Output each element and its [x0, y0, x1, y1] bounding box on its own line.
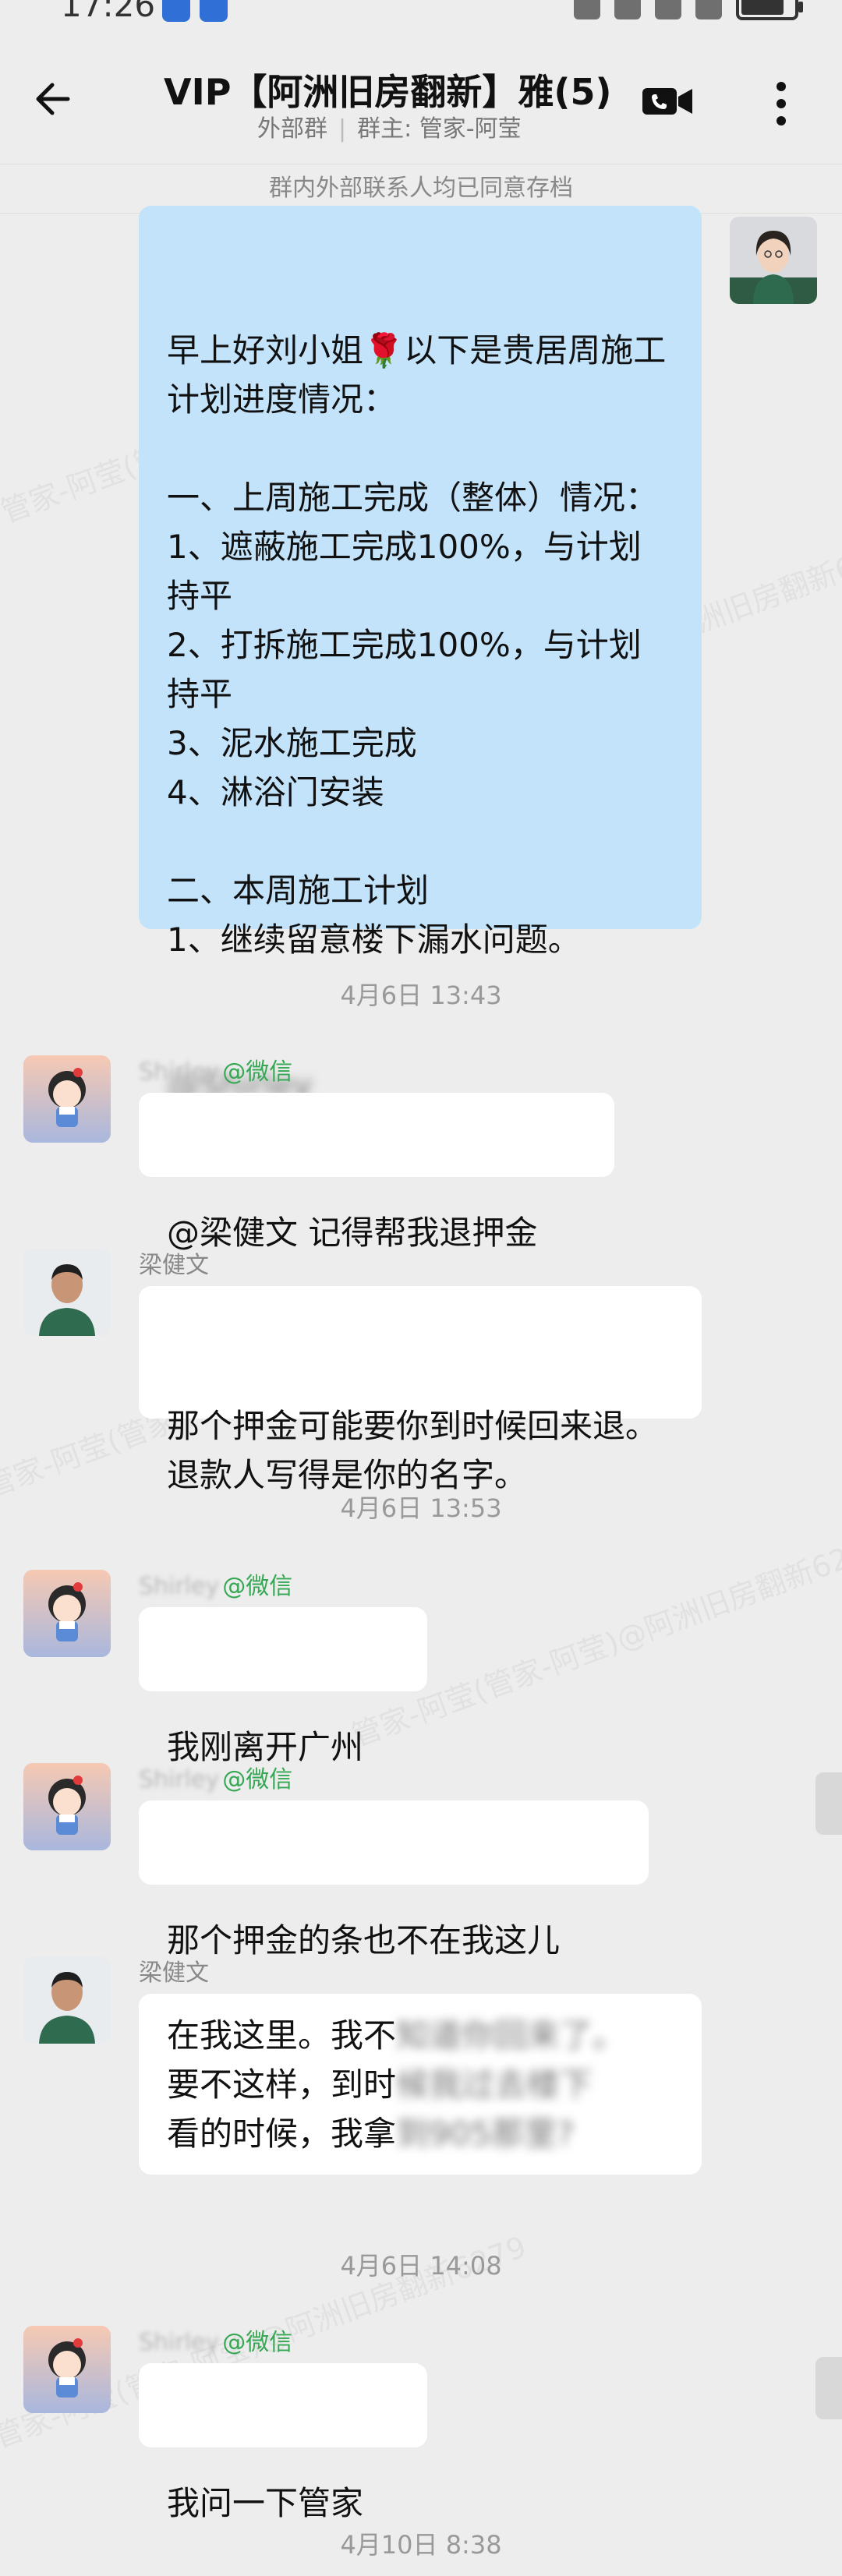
message-text: 在我这里。我不 [167, 2016, 397, 2055]
chat-header: VIP【阿洲旧房翻新】雅(5) 外部群 | 群主: 管家-阿莹 [0, 31, 842, 164]
incoming-message-bubble[interactable]: 那个押金可能要你到时候回来退。退款人写得是你的名字。 [139, 1286, 702, 1494]
message-line: 在我这里。我不知道你回来了。 [167, 2011, 674, 2060]
sender-avatar-liang[interactable] [23, 1956, 111, 2044]
side-quick-tab[interactable] [815, 1772, 842, 1835]
chat-screen: 17:26 VIP【阿洲旧房翻新】雅(5) 外部群 | 群主: 管家-阿莹 群内… [0, 0, 842, 2576]
more-vertical-icon [777, 82, 786, 125]
incoming-message-bubble[interactable]: 我刚离开广州 [139, 1607, 427, 1766]
sender-name: Shirley @微信 [139, 1760, 292, 1794]
bluetooth-icon [574, 0, 600, 19]
sender-avatar-shirley[interactable] [23, 1055, 111, 1143]
sender-avatar-shirley[interactable] [23, 2326, 111, 2413]
incoming-message-bubble[interactable]: 那个押金的条也不在我这儿 [139, 1800, 649, 1959]
group-owner-label: 群主: 管家-阿莹 [357, 115, 522, 143]
sender-name: 梁健文 [139, 1959, 209, 1987]
sender-name-blurred: Shirley [139, 1573, 220, 1600]
vibrate-icon [614, 0, 641, 19]
status-icons [574, 0, 803, 20]
side-quick-tab[interactable] [815, 2357, 842, 2419]
sender-name-blurred: Shirley [139, 1766, 220, 1793]
sender-source-label: @微信 [222, 1766, 293, 1793]
message-text: 那个押金的条也不在我这儿 [167, 1921, 561, 1959]
incoming-message-bubble[interactable]: 我问一下管家 [139, 2363, 427, 2522]
blurred-text: 到905那里? [396, 2115, 575, 2153]
back-button[interactable] [23, 72, 78, 126]
notification-icons [162, 0, 228, 22]
signal-icon [695, 0, 722, 19]
message-text: 我问一下管家 [167, 2484, 364, 2522]
message-timestamp: 4月6日 13:53 [340, 1493, 502, 1523]
app-notification-icon [162, 0, 190, 22]
message-text: 要不这样，到时 [167, 2065, 397, 2104]
more-options-button[interactable] [764, 76, 798, 131]
chat-subtitle: 外部群 | 群主: 管家-阿莹 [257, 115, 522, 143]
sender-name: Shirley @微信 [139, 2323, 292, 2357]
message-text: @梁健文 记得帮我退押金 [167, 1214, 538, 1252]
sender-avatar-shirley[interactable] [23, 1570, 111, 1657]
blurred-text: 知道你回来了。 [396, 2016, 626, 2055]
sender-name: 梁健文 [139, 1252, 209, 1279]
message-line: 要不这样，到时候我过去楼下 [167, 2060, 674, 2109]
message-list[interactable]: 管家-阿莹(管家-阿莹)@阿洲旧房翻新6279 管家-阿莹(管家-阿莹)@阿洲旧… [0, 206, 842, 2576]
sender-avatar-liang[interactable] [23, 1249, 111, 1336]
app-notification-icon [200, 0, 228, 22]
sender-name: Shirley @微信 [139, 1567, 292, 1601]
wifi-icon [655, 0, 681, 19]
message-text: 早上好刘小姐🌹以下是贵居周施工计划进度情况： 一、上周施工完成（整体）情况： 1… [167, 331, 667, 959]
status-bar: 17:26 [0, 0, 842, 31]
video-call-button[interactable] [638, 80, 699, 123]
incoming-message-bubble[interactable]: @梁健文 记得帮我退押金 [139, 1093, 614, 1252]
chat-title: VIP【阿洲旧房翻新】雅(5) [164, 71, 612, 113]
sender-source-label: @微信 [222, 2329, 293, 2356]
sender-source-label: @微信 [222, 1573, 293, 1600]
message-timestamp: 4月6日 13:43 [340, 981, 502, 1010]
message-line: 看的时候，我拿到905那里? [167, 2109, 674, 2158]
message-timestamp: 4月6日 14:08 [340, 2251, 502, 2281]
video-call-icon [642, 88, 692, 115]
sender-source-label: @微信 [222, 1058, 293, 1086]
message-text: 看的时候，我拿 [167, 2115, 397, 2153]
sender-name-blurred: Shirley [139, 1058, 220, 1086]
blurred-text: 候我过去楼下 [396, 2065, 593, 2104]
status-time: 17:26 [61, 0, 156, 24]
message-timestamp: 4月10日 8:38 [340, 2530, 502, 2560]
group-type-label: 外部群 [257, 115, 327, 143]
my-avatar[interactable] [730, 217, 817, 304]
message-text: 那个押金可能要你到时候回来退。退款人写得是你的名字。 [167, 1407, 659, 1494]
sender-avatar-shirley[interactable] [23, 1763, 111, 1850]
sender-name: Shirley @微信 [139, 1052, 292, 1087]
incoming-message-bubble[interactable]: 在我这里。我不知道你回来了。 要不这样，到时候我过去楼下 看的时候，我拿到905… [139, 1994, 702, 2175]
battery-icon [736, 0, 803, 20]
sender-name-blurred: Shirley [139, 2329, 220, 2356]
outgoing-message-bubble[interactable]: 早上好刘小姐🌹以下是贵居周施工计划进度情况： 一、上周施工完成（整体）情况： 1… [139, 206, 702, 1104]
back-arrow-icon [36, 83, 70, 115]
